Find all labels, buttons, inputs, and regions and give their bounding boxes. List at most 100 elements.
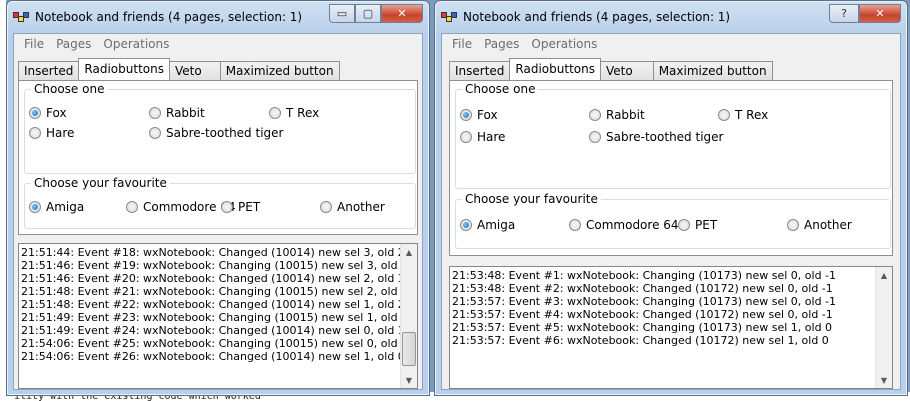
scroll-down-arrow-icon[interactable]: ▼ — [876, 372, 892, 388]
group-label: Choose your favourite — [462, 192, 601, 206]
menu-operations[interactable]: Operations — [525, 34, 603, 54]
scroll-thumb[interactable] — [402, 332, 416, 366]
notebook-tabs: Inserted Radiobuttons Veto Maximized but… — [449, 58, 773, 80]
menu-file[interactable]: File — [446, 34, 478, 54]
radio-label: Fox — [46, 106, 67, 120]
log-line: 21:53:48: Event #2: wxNotebook: Changed … — [452, 282, 833, 295]
log-line: 21:53:48: Event #1: wxNotebook: Changing… — [452, 269, 837, 282]
radio-label: Another — [337, 200, 385, 214]
close-icon: ✕ — [875, 7, 885, 20]
menu-pages[interactable]: Pages — [478, 34, 525, 54]
group-label: Choose your favourite — [31, 176, 170, 190]
radio-label: Hare — [46, 126, 75, 140]
radio-sabre-toothed-tiger[interactable]: Sabre-toothed tiger — [589, 130, 723, 144]
radio-icon — [718, 109, 730, 121]
group-label: Choose one — [462, 82, 539, 96]
radio-commodore-64[interactable]: Commodore 64 — [569, 218, 679, 232]
scroll-down-arrow-icon[interactable]: ▼ — [401, 372, 417, 388]
radio-icon — [787, 219, 799, 231]
radio-label: Commodore 64 — [586, 218, 679, 232]
close-button[interactable]: ✕ — [381, 4, 423, 23]
tab-veto[interactable]: Veto — [168, 61, 221, 80]
log-lines: 21:53:48: Event #1: wxNotebook: Changing… — [452, 269, 872, 347]
radio-rabbit[interactable]: Rabbit — [589, 108, 645, 122]
tab-maximized-button[interactable]: Maximized button — [652, 61, 773, 80]
radio-amiga[interactable]: Amiga — [460, 218, 515, 232]
log-scrollbar[interactable]: ▲ ▼ — [400, 244, 417, 388]
menu-operations[interactable]: Operations — [97, 34, 175, 54]
radio-hare[interactable]: Hare — [460, 130, 505, 144]
radio-label: PET — [695, 218, 718, 232]
client-area: File Pages Operations Inserted Radiobutt… — [13, 33, 423, 390]
notebook-tabs: Inserted Radiobuttons Veto Maximized but… — [18, 58, 340, 80]
scroll-up-arrow-icon[interactable]: ▲ — [876, 267, 892, 283]
title-bar[interactable]: Notebook and friends (4 pages, selection… — [435, 1, 907, 33]
window-title: Notebook and friends (4 pages, selection… — [463, 10, 731, 24]
tab-maximized-button[interactable]: Maximized button — [219, 61, 340, 80]
notebook-window-left[interactable]: Notebook and friends (4 pages, selection… — [6, 0, 430, 396]
minimize-button[interactable]: ▭ — [329, 4, 355, 23]
radio-fox[interactable]: Fox — [460, 108, 498, 122]
title-bar[interactable]: Notebook and friends (4 pages, selection… — [7, 1, 429, 33]
radio-icon — [29, 127, 41, 139]
log-line: 21:51:44: Event #18: wxNotebook: Changed… — [21, 246, 405, 259]
radio-label: Amiga — [477, 218, 516, 232]
log-line: 21:51:46: Event #19: wxNotebook: Changin… — [21, 259, 409, 272]
radio-label: Sabre-toothed tiger — [606, 130, 724, 144]
radio-pet[interactable]: PET — [221, 200, 260, 214]
radio-hare[interactable]: Hare — [29, 126, 74, 140]
radio-icon — [149, 107, 161, 119]
help-icon: ? — [841, 7, 847, 20]
radio-commodore-64[interactable]: Commodore 64 — [126, 200, 236, 214]
log-line: 21:54:06: Event #26: wxNotebook: Changed… — [21, 350, 405, 363]
radio-label: Fox — [477, 108, 498, 122]
radio-icon — [460, 131, 472, 143]
app-icon — [13, 12, 29, 24]
tab-inserted[interactable]: Inserted — [18, 61, 80, 80]
radio-icon — [221, 201, 233, 213]
notebook-window-right[interactable]: Notebook and friends (4 pages, selection… — [434, 0, 908, 396]
event-log[interactable]: 21:53:48: Event #1: wxNotebook: Changing… — [449, 266, 893, 389]
radio-t-rex[interactable]: T Rex — [718, 108, 768, 122]
radio-pet[interactable]: PET — [678, 218, 717, 232]
radio-another[interactable]: Another — [320, 200, 385, 214]
tab-radiobuttons[interactable]: Radiobuttons — [509, 58, 601, 80]
log-scrollbar[interactable]: ▲ ▼ — [875, 267, 892, 388]
menu-pages[interactable]: Pages — [50, 34, 97, 54]
maximize-icon: ▢ — [362, 7, 374, 20]
radio-icon — [569, 219, 581, 231]
choose-favourite-group: Choose your favourite Amiga Commodore 64… — [24, 176, 416, 229]
radio-label: T Rex — [735, 108, 769, 122]
radio-sabre-toothed-tiger[interactable]: Sabre-toothed tiger — [149, 126, 283, 140]
radio-label: Rabbit — [606, 108, 645, 122]
log-lines: 21:51:44: Event #18: wxNotebook: Changed… — [21, 246, 409, 363]
tab-veto[interactable]: Veto — [599, 61, 654, 80]
tab-radiobuttons[interactable]: Radiobuttons — [78, 58, 170, 80]
menu-bar: File Pages Operations — [14, 34, 422, 54]
help-button[interactable]: ? — [829, 4, 859, 23]
event-log[interactable]: 21:51:44: Event #18: wxNotebook: Changed… — [18, 243, 418, 389]
radio-fox[interactable]: Fox — [29, 106, 67, 120]
scroll-up-arrow-icon[interactable]: ▲ — [401, 244, 417, 260]
maximize-button[interactable]: ▢ — [355, 4, 381, 23]
log-line: 21:51:49: Event #24: wxNotebook: Changed… — [21, 324, 405, 337]
choose-favourite-group: Choose your favourite Amiga Commodore 64… — [455, 192, 891, 249]
close-button[interactable]: ✕ — [859, 4, 901, 23]
menu-bar: File Pages Operations — [442, 34, 900, 54]
window-title: Notebook and friends (4 pages, selection… — [35, 10, 303, 24]
radio-rabbit[interactable]: Rabbit — [149, 106, 205, 120]
radiobuttons-page: Choose one Fox Rabbit T Rex Hare Sabre-t… — [18, 80, 418, 235]
radio-label: Another — [804, 218, 852, 232]
radio-amiga[interactable]: Amiga — [29, 200, 84, 214]
radio-t-rex[interactable]: T Rex — [269, 106, 319, 120]
close-icon: ✕ — [397, 7, 407, 20]
radio-selected-icon — [460, 109, 472, 121]
choose-one-group: Choose one Fox Rabbit T Rex Hare Sabre-t… — [24, 82, 416, 174]
radio-another[interactable]: Another — [787, 218, 852, 232]
log-line: 21:53:57: Event #5: wxNotebook: Changing… — [452, 321, 833, 334]
menu-file[interactable]: File — [18, 34, 50, 54]
radio-selected-icon — [29, 201, 41, 213]
radio-icon — [320, 201, 332, 213]
radio-label: Rabbit — [166, 106, 205, 120]
tab-inserted[interactable]: Inserted — [449, 61, 511, 80]
